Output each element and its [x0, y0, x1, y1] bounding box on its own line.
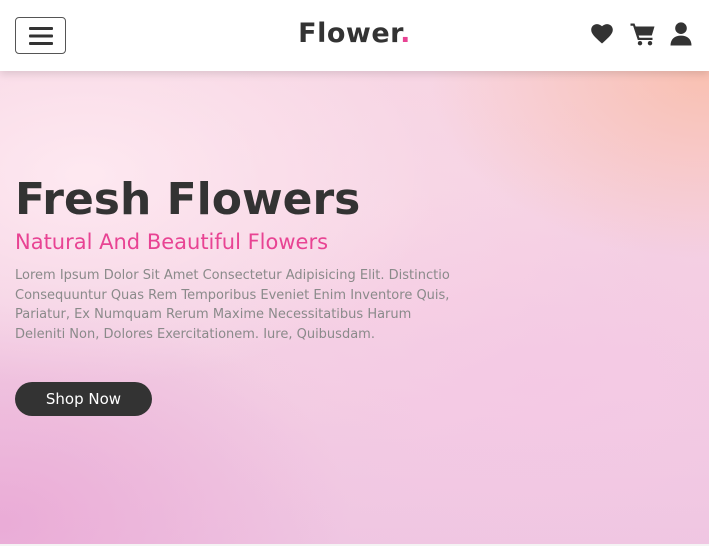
site-header: Flower.	[0, 0, 709, 71]
hero-subtitle: Natural And Beautiful Flowers	[15, 230, 329, 254]
user-icon	[670, 22, 692, 46]
hero-description: Lorem Ipsum Dolor Sit Amet Consectetur A…	[15, 268, 450, 343]
cart-icon	[630, 23, 655, 46]
cart-button[interactable]	[630, 22, 655, 47]
hero-title: Fresh Flowers	[15, 174, 361, 225]
logo-dot: .	[400, 18, 411, 49]
shop-now-button[interactable]: Shop Now	[15, 382, 152, 416]
account-button[interactable]	[670, 22, 695, 47]
heart-icon	[591, 24, 613, 44]
header-icons	[590, 22, 695, 47]
logo-text: Flower	[298, 18, 401, 49]
wishlist-button[interactable]	[590, 22, 615, 47]
